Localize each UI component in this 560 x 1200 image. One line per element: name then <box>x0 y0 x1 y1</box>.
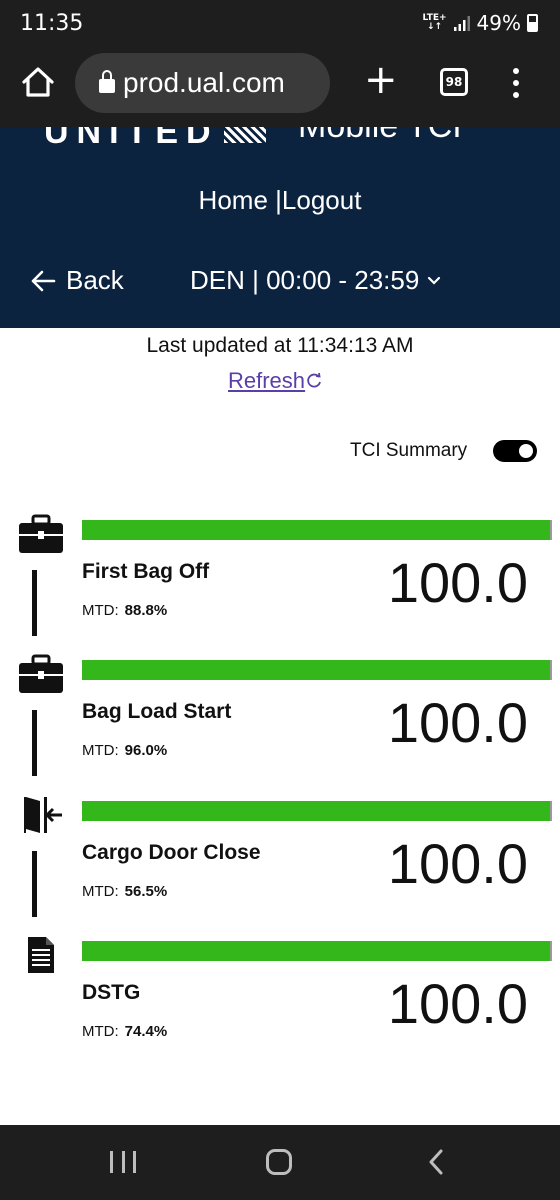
mtd-label: MTD: <box>82 742 119 759</box>
score-bar <box>82 520 552 540</box>
back-button[interactable]: Back <box>30 265 124 296</box>
home-link[interactable]: Home <box>199 185 268 215</box>
lock-icon <box>99 70 115 93</box>
station-time-select[interactable]: DEN | 00:00 - 23:59 <box>190 265 441 296</box>
more-menu-icon[interactable] <box>508 68 524 98</box>
app-header: UNITED Mobile TCI Home |Logout Back DEN … <box>0 127 560 328</box>
score-bar-fill <box>82 801 550 821</box>
metric-score: 100.0 <box>387 832 528 895</box>
timeline-connector <box>32 570 37 636</box>
door-enter-icon <box>24 797 62 833</box>
metric-row: First Bag Off MTD: 88.8% 100.0 <box>0 514 560 654</box>
score-bar-fill <box>82 941 550 961</box>
browser-toolbar: prod.ual.com + 98 <box>0 50 560 127</box>
metric-score: 100.0 <box>387 691 528 754</box>
timeline-connector <box>32 851 37 917</box>
briefcase-icon <box>19 514 63 553</box>
mtd-label: MTD: <box>82 883 119 900</box>
score-bar-fill <box>82 520 550 540</box>
url-text: prod.ual.com <box>123 67 285 98</box>
metric-mtd: MTD: 88.8% <box>82 602 167 619</box>
metric-row: Cargo Door Close MTD: 56.5% 100.0 <box>0 795 560 935</box>
mtd-label: MTD: <box>82 1023 119 1040</box>
score-bar-fill <box>82 660 550 680</box>
tci-summary-toggle[interactable] <box>493 440 538 462</box>
mtd-value: 74.4% <box>124 1023 168 1040</box>
metric-name: First Bag Off <box>82 560 210 583</box>
score-bar <box>82 801 552 821</box>
status-bar: 11:35 LTE+ ↓↑ 49% <box>0 0 560 50</box>
address-bar[interactable]: prod.ual.com <box>75 53 330 113</box>
new-tab-button[interactable]: + <box>364 60 398 100</box>
logout-link[interactable]: Logout <box>282 185 362 215</box>
app-title: Mobile TCI <box>298 127 462 146</box>
refresh-icon <box>307 372 321 388</box>
last-updated-text: Last updated at 11:34:13 AM <box>146 334 414 357</box>
metric-score: 100.0 <box>387 551 528 614</box>
globe-logo-icon <box>224 127 266 143</box>
chevron-down-icon <box>428 276 441 285</box>
refresh-link[interactable]: Refresh <box>228 368 323 394</box>
arrow-left-icon <box>31 270 56 291</box>
data-arrows-icon: ↓↑ <box>426 22 443 32</box>
status-indicators: LTE+ ↓↑ 49% <box>422 11 538 35</box>
mtd-label: MTD: <box>82 602 119 619</box>
mtd-value: 56.5% <box>124 883 168 900</box>
system-nav-bar <box>0 1125 560 1200</box>
tci-summary-row: TCI Summary <box>350 440 538 462</box>
battery-icon <box>527 14 538 32</box>
metric-mtd: MTD: 74.4% <box>82 1023 167 1040</box>
header-nav: Home |Logout <box>0 185 560 216</box>
mtd-value: 96.0% <box>124 742 168 759</box>
metric-name: Bag Load Start <box>82 700 232 723</box>
recents-button[interactable] <box>110 1151 136 1173</box>
metric-mtd: MTD: 96.0% <box>82 742 167 759</box>
metric-mtd: MTD: 56.5% <box>82 883 167 900</box>
briefcase-icon <box>19 654 63 693</box>
metric-score: 100.0 <box>387 972 528 1035</box>
tci-summary-label: TCI Summary <box>350 440 468 461</box>
mtd-value: 88.8% <box>124 602 168 619</box>
refresh-label: Refresh <box>228 368 306 393</box>
system-home-button[interactable] <box>266 1149 292 1175</box>
metric-name: Cargo Door Close <box>82 841 261 864</box>
metric-row: Bag Load Start MTD: 96.0% 100.0 <box>0 654 560 794</box>
metric-row: DSTG MTD: 74.4% 100.0 <box>0 935 560 1075</box>
network-indicator: LTE+ ↓↑ <box>422 14 446 32</box>
united-logo: UNITED <box>44 127 219 151</box>
nav-separator: | <box>275 185 282 215</box>
home-icon[interactable] <box>20 64 56 100</box>
score-bar <box>82 660 552 680</box>
back-label: Back <box>66 265 124 295</box>
station-time-value: DEN | 00:00 - 23:59 <box>190 265 420 295</box>
timeline-connector <box>32 710 37 776</box>
battery-percent: 49% <box>476 11 521 35</box>
system-back-icon[interactable] <box>428 1149 444 1175</box>
score-bar <box>82 941 552 961</box>
document-icon <box>28 937 54 973</box>
metric-name: DSTG <box>82 981 141 1004</box>
tab-switcher-button[interactable]: 98 <box>440 68 468 96</box>
signal-icon <box>453 16 470 31</box>
status-time: 11:35 <box>20 11 84 36</box>
